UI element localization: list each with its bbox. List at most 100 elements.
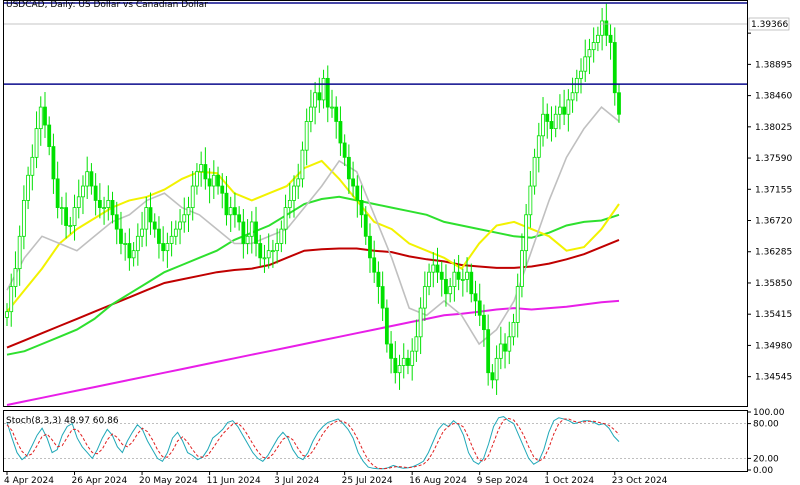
candle-body: [89, 171, 94, 187]
candle-body: [245, 235, 250, 244]
candle-body: [275, 243, 280, 252]
candle-body: [566, 99, 571, 115]
candle-body: [283, 207, 288, 230]
candle-body: [363, 214, 368, 237]
x-tick-label: 9 Sep 2024: [477, 476, 529, 485]
candle-body: [203, 164, 208, 180]
candle-body: [469, 271, 474, 295]
candle-body: [422, 286, 427, 309]
stoch-level-label: 80.00: [753, 420, 779, 430]
candle-body: [140, 228, 144, 237]
candle-body: [279, 228, 284, 244]
candle-body: [562, 106, 567, 115]
y-tick-label: 1.37155: [755, 185, 792, 195]
candle-body: [541, 113, 545, 137]
x-tick-label: 1 Oct 2024: [544, 476, 594, 485]
candle-body: [85, 171, 90, 187]
candle-body: [448, 286, 453, 295]
y-tick-label: 1.35850: [755, 279, 792, 289]
stoch-level-label: 0.00: [753, 466, 773, 476]
stoch-level-label: 100.00: [753, 408, 785, 418]
candle-body: [528, 185, 533, 216]
candle-body: [456, 271, 461, 280]
candle-body: [384, 307, 389, 345]
candle-body: [477, 300, 482, 316]
candle-body: [406, 357, 410, 366]
candle-body: [368, 235, 372, 259]
moving-averages: [6, 105, 620, 406]
candle-body: [473, 293, 478, 302]
candle-body: [195, 171, 199, 187]
candle-body: [43, 106, 47, 126]
candle-body: [152, 221, 157, 230]
candle-body: [570, 92, 575, 101]
candle-body: [414, 336, 419, 352]
candle-body: [17, 235, 22, 270]
candle-body: [13, 268, 18, 287]
candle-body: [271, 250, 275, 253]
candle-body: [532, 156, 537, 187]
y-tick-label: 1.35415: [755, 310, 792, 320]
candle-body: [524, 214, 529, 252]
price-chart: 1.38895 1.38460 1.38025 1.37590 1.37155 1.367…: [3, 0, 792, 485]
candle-body: [325, 77, 330, 108]
candle-body: [376, 271, 381, 287]
candle-body: [161, 243, 166, 252]
candle-body: [372, 257, 377, 273]
candle-body: [110, 200, 115, 216]
y-tick-label: 1.36285: [755, 248, 792, 258]
candle-body: [300, 149, 305, 180]
stochastic-oscillator: 100.00 80.00 20.00 0.00: [4, 408, 785, 476]
candle-body: [262, 257, 267, 260]
candle-body: [321, 77, 326, 101]
candle-body: [342, 142, 347, 158]
candle-body: [266, 250, 271, 259]
candle-body: [431, 264, 436, 273]
candle-body: [338, 121, 343, 144]
candle-body: [224, 192, 229, 216]
candle-body: [287, 200, 292, 208]
candle-body: [178, 221, 182, 230]
candle-body: [254, 221, 258, 244]
y-tick-label: 1.37590: [755, 154, 792, 164]
candle-body: [503, 343, 507, 352]
candle-body: [536, 135, 541, 158]
candle-body: [34, 128, 39, 158]
candle-body: [216, 174, 220, 187]
candle-body: [173, 228, 178, 237]
y-tick-label: 1.38025: [755, 123, 792, 133]
candle-body: [228, 207, 233, 216]
candle-body: [494, 357, 499, 381]
candle-body: [553, 113, 558, 130]
candle-body: [241, 221, 246, 244]
candle-body: [30, 156, 35, 176]
candle-body: [237, 214, 242, 223]
candle-body: [604, 20, 609, 36]
candle-body: [490, 372, 495, 381]
candle-body: [507, 336, 512, 352]
candle-body: [165, 243, 170, 252]
x-tick-label: 20 May 2024: [139, 476, 198, 485]
candle-body: [102, 207, 106, 209]
time-axis: 4 Apr 2024 26 Apr 2024 20 May 2024 11 Jun 2…: [4, 471, 668, 485]
candle-body: [334, 106, 339, 122]
horizontal-levels: [4, 2, 747, 85]
candle-body: [600, 20, 605, 36]
candle-body: [72, 207, 77, 226]
candle-body: [76, 196, 81, 208]
candle-body: [393, 357, 398, 374]
candle-body: [55, 178, 60, 208]
candle-body: [123, 243, 128, 245]
candle-body: [549, 121, 554, 130]
candles: [5, 3, 621, 395]
candle-body: [47, 124, 52, 147]
candle-body: [612, 42, 617, 94]
candle-body: [401, 357, 406, 366]
candle-body: [608, 34, 613, 43]
candle-body: [93, 185, 98, 201]
candle-body: [574, 77, 579, 94]
chart-title: USDCAD, Daily: US Dollar vs Canadian Dol…: [6, 0, 208, 10]
candle-body: [520, 250, 524, 287]
candle-body: [435, 264, 440, 273]
x-tick-label: 26 Apr 2024: [72, 476, 128, 485]
